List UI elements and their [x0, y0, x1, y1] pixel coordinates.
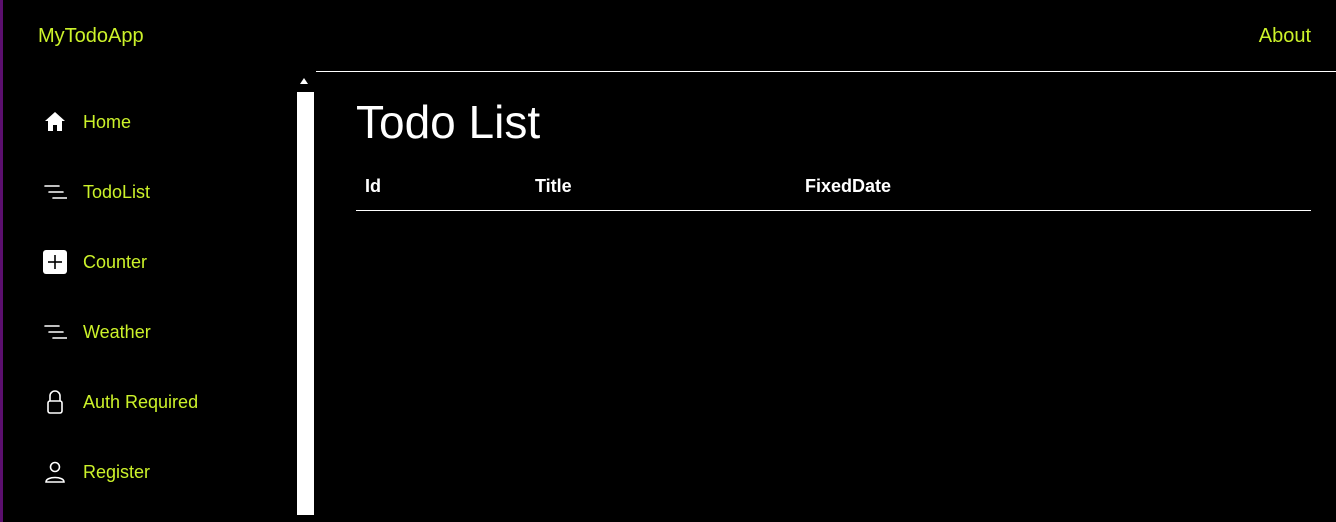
main-content: Todo List Id Title FixedDate [356, 96, 1311, 211]
sidebar-scrollbar-thumb[interactable] [297, 92, 314, 515]
sidebar-nav: Home TodoList Counter Weather Auth Requi… [3, 72, 297, 522]
sidebar-item-label: Weather [83, 322, 151, 342]
sidebar-item-label: TodoList [83, 182, 151, 202]
sidebar-item-todolist[interactable]: TodoList [3, 167, 297, 217]
sidebar-item-register[interactable]: Register [3, 447, 297, 497]
sidebar-item-label: Counter [83, 252, 148, 272]
todo-table: Id Title FixedDate [356, 168, 1311, 211]
sidebar-item-label: Register [83, 462, 151, 482]
person-icon [43, 460, 67, 484]
about-link[interactable]: About [1259, 25, 1311, 48]
lock-icon [43, 390, 67, 414]
sidebar-item-home[interactable]: Home [3, 97, 297, 147]
sidebar-item-weather[interactable]: Weather [3, 307, 297, 357]
plus-square-icon [43, 250, 67, 274]
list-icon [43, 180, 67, 204]
page-title: Todo List [356, 96, 541, 148]
table-header-row: Id Title FixedDate [356, 168, 1311, 211]
sidebar-item-label: Auth Required [83, 392, 199, 412]
header-divider [316, 71, 1336, 72]
column-header-title: Title [526, 168, 796, 211]
sidebar-item-label: Home [83, 112, 132, 132]
sidebar-item-counter[interactable]: Counter [3, 237, 297, 287]
scroll-up-arrow[interactable] [300, 78, 308, 84]
column-header-fixeddate: FixedDate [796, 168, 1311, 211]
brand-link[interactable]: MyTodoApp [38, 25, 144, 48]
sidebar-item-auth-required[interactable]: Auth Required [3, 377, 297, 427]
list-icon [43, 320, 67, 344]
column-header-id: Id [356, 168, 526, 211]
home-icon [43, 110, 67, 134]
